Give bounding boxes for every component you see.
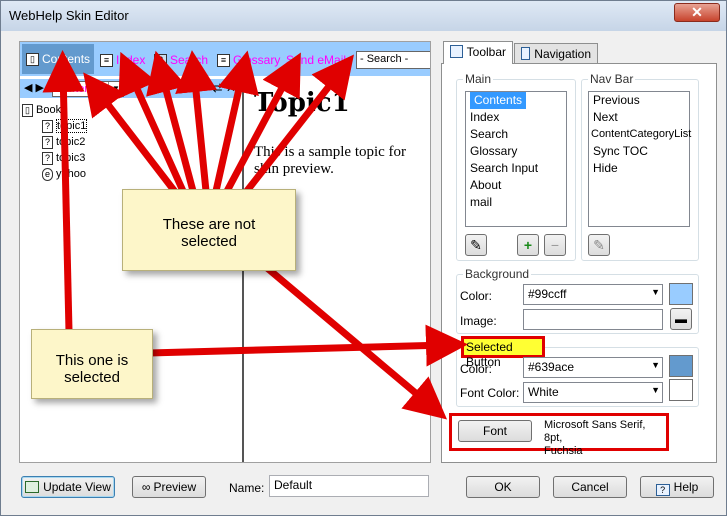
tab-toolbar[interactable]: Toolbar: [443, 41, 513, 64]
toolbar-icon: [450, 45, 463, 58]
annotation-arrows: [42, 50, 468, 420]
callout-selected: This one is selected: [31, 329, 153, 399]
callout-text: These are not selected: [162, 216, 256, 250]
arrow-to-contents-tab: [42, 50, 85, 332]
callout-not-selected: These are not selected: [122, 189, 296, 271]
arrow-to-search-label: [175, 50, 217, 192]
skin-editor-window: WebHelp Skin Editor ✕ ▯ Contents ≡ Index…: [0, 0, 727, 516]
tab-label: Toolbar: [466, 45, 506, 59]
arrow-to-selected-button: [148, 324, 468, 367]
callout-text: This one is selected: [55, 352, 129, 386]
